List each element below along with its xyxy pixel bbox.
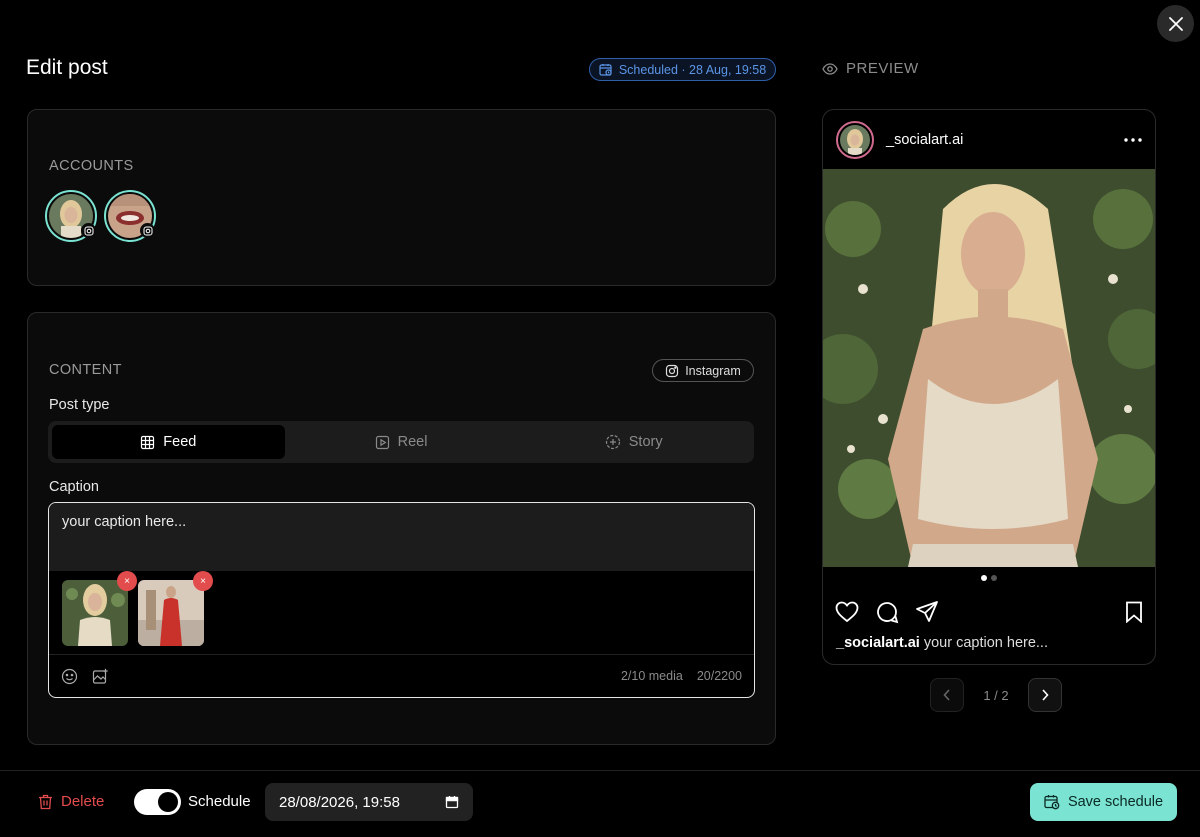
instagram-preview: _socialart.ai _socialart.ai your caption… [822, 109, 1156, 665]
post-type-reel-label: Reel [397, 434, 428, 450]
grid-icon [141, 435, 155, 449]
preview-caption-user: _socialart.ai [836, 635, 920, 651]
preview-avatar [836, 120, 874, 159]
story-icon [605, 434, 620, 450]
preview-username: _socialart.ai [886, 131, 964, 148]
caption-input[interactable]: your caption here... [49, 503, 754, 571]
carousel-dot [991, 575, 997, 581]
preview-pager: 1 / 2 [930, 678, 1062, 712]
schedule-toggle[interactable] [134, 789, 181, 815]
instagram-icon [81, 223, 96, 238]
more-dots-icon[interactable] [1124, 137, 1142, 142]
accounts-label: ACCOUNTS [49, 158, 134, 174]
chevron-right-icon [1042, 689, 1049, 701]
delete-label: Delete [61, 793, 105, 810]
caption-editor: your caption here... × × 2/10 media 20/2… [48, 502, 755, 698]
schedule-datetime-value: 28/08/2026, 19:58 [279, 793, 400, 811]
close-button[interactable] [1157, 5, 1194, 42]
post-type-feed[interactable]: Feed [52, 425, 285, 459]
media-thumb-1[interactable] [62, 580, 128, 646]
carousel-dots [823, 567, 1155, 589]
eye-icon [822, 62, 838, 75]
platform-chip-label: Instagram [685, 363, 741, 378]
remove-media-button-2[interactable]: × [193, 571, 213, 591]
chevron-left-icon [943, 689, 950, 701]
platform-chip[interactable]: Instagram [652, 359, 754, 382]
add-image-icon[interactable] [92, 668, 109, 685]
media-list: × × [49, 571, 754, 655]
save-schedule-button[interactable]: Save schedule [1030, 783, 1177, 821]
calendar-clock-icon [1044, 795, 1060, 810]
share-icon[interactable] [915, 600, 939, 624]
post-type-label: Post type [49, 397, 110, 413]
preview-actions [823, 589, 1155, 635]
post-type-reel[interactable]: Reel [285, 425, 518, 459]
next-page-button[interactable] [1028, 678, 1062, 712]
save-schedule-label: Save schedule [1067, 794, 1164, 810]
toggle-knob [158, 792, 178, 812]
heart-icon[interactable] [835, 601, 859, 623]
calendar-clock-icon [599, 63, 612, 76]
comment-icon[interactable] [875, 600, 899, 624]
close-icon [1168, 16, 1183, 31]
preview-photo [823, 169, 1155, 567]
trash-icon [39, 794, 52, 809]
schedule-label: Schedule [188, 793, 251, 810]
caption-label: Caption [49, 479, 99, 495]
carousel-dot-active [981, 575, 987, 581]
calendar-icon[interactable] [445, 795, 459, 809]
account-avatar-2[interactable] [104, 190, 156, 242]
caption-toolbar: 2/10 media 20/2200 [49, 654, 754, 697]
media-thumb-2[interactable] [138, 580, 204, 646]
character-count: 20/2200 [696, 669, 742, 683]
preview-label-text: PREVIEW [846, 60, 919, 77]
media-count: 2/10 media [620, 669, 683, 683]
preview-label: PREVIEW [822, 60, 919, 77]
scheduled-badge: Scheduled · 28 Aug, 19:58 [589, 58, 776, 81]
page-title: Edit post [26, 56, 108, 79]
post-type-selector: Feed Reel Story [48, 421, 754, 463]
scheduled-badge-text: Scheduled · 28 Aug, 19:58 [618, 62, 767, 77]
schedule-datetime-input[interactable]: 28/08/2026, 19:58 [265, 783, 473, 821]
post-type-story[interactable]: Story [517, 425, 750, 459]
play-icon [375, 435, 389, 449]
content-label: CONTENT [49, 362, 122, 378]
account-avatar-1[interactable] [45, 190, 97, 242]
page-indicator: 1 / 2 [983, 687, 1009, 703]
delete-button[interactable]: Delete [38, 793, 104, 810]
instagram-icon [666, 364, 679, 377]
preview-header: _socialart.ai [823, 110, 1155, 169]
preview-caption-text: your caption here... [923, 635, 1048, 651]
previous-page-button[interactable] [930, 678, 964, 712]
bookmark-icon[interactable] [1125, 601, 1143, 623]
post-type-story-label: Story [628, 434, 663, 450]
instagram-icon [140, 223, 155, 238]
preview-caption: _socialart.ai your caption here... [823, 635, 1155, 651]
remove-media-button-1[interactable]: × [117, 571, 137, 591]
post-type-feed-label: Feed [163, 434, 197, 450]
emoji-icon[interactable] [61, 668, 78, 685]
